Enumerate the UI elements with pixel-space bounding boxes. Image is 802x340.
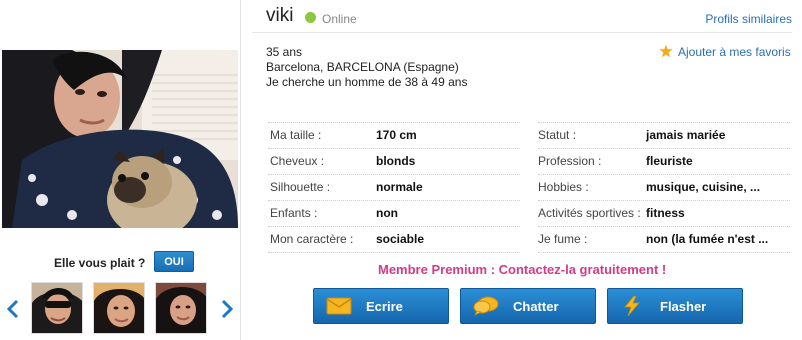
thumbnail-photo-1[interactable]: [31, 282, 83, 334]
thumbnail-photo-3[interactable]: [155, 282, 207, 334]
detail-value: sociable: [376, 232, 425, 246]
detail-label: Ma taille :: [270, 128, 322, 142]
detail-label: Mon caractère :: [270, 232, 354, 246]
detail-label: Silhouette :: [270, 180, 331, 194]
detail-value: blonds: [376, 154, 416, 168]
like-yes-button[interactable]: OUI: [154, 251, 194, 272]
detail-value: normale: [376, 180, 423, 194]
profile-looking-for: Je cherche un homme de 38 à 49 ans: [266, 75, 468, 89]
like-prompt: Elle vous plait ? OUI: [0, 251, 240, 273]
detail-label: Activités sportives :: [538, 206, 641, 220]
detail-value: fitness: [646, 206, 685, 220]
details-row: Enfants : non Activités sportives : fitn…: [268, 200, 792, 226]
profile-location: Barcelona, BARCELONA (Espagne): [266, 60, 459, 74]
header-divider: [252, 32, 792, 33]
detail-value: non: [376, 206, 398, 220]
detail-label: Statut :: [538, 128, 577, 142]
write-message-button[interactable]: Ecrire: [313, 288, 449, 324]
details-row: Ma taille : 170 cm Statut : jamais marié…: [268, 122, 792, 148]
add-favorite-label: Ajouter à mes favoris: [678, 45, 791, 59]
photo-column: Elle vous plait ? OUI: [0, 0, 241, 340]
details-row: Mon caractère : sociable Je fume : non (…: [268, 226, 792, 252]
profile-summary: 35 ans Barcelona, BARCELONA (Espagne) Je…: [266, 45, 467, 90]
detail-label: Profession :: [538, 154, 602, 168]
detail-value: jamais mariée: [646, 128, 726, 142]
photo-thumbnails: [0, 282, 240, 336]
detail-label: Hobbies :: [538, 180, 589, 194]
chevron-left-icon[interactable]: [6, 299, 20, 319]
online-status-label: Online: [322, 12, 357, 26]
detail-value: musique, cuisine, ...: [646, 180, 761, 194]
like-question: Elle vous plait ?: [54, 256, 146, 270]
premium-cta-text[interactable]: Membre Premium : Contactez-la gratuiteme…: [378, 262, 666, 277]
profile-name: viki: [266, 5, 294, 26]
profile-age: 35 ans: [266, 45, 303, 59]
detail-value: fleuriste: [646, 154, 693, 168]
write-message-label: Ecrire: [366, 299, 403, 314]
similar-profiles-link[interactable]: Profils similaires: [705, 12, 792, 26]
chat-label: Chatter: [513, 299, 559, 314]
lightning-icon: [624, 296, 640, 316]
flash-label: Flasher: [660, 299, 707, 314]
detail-label: Je fume :: [538, 232, 588, 246]
online-status-icon: [305, 12, 316, 23]
detail-label: Cheveux :: [270, 154, 325, 168]
detail-label: Enfants :: [270, 206, 318, 220]
details-row: Cheveux : blonds Profession : fleuriste: [268, 148, 792, 174]
envelope-icon: [326, 297, 352, 315]
detail-value: non (la fumée n'est ...: [646, 232, 769, 246]
star-icon: [659, 44, 673, 58]
chat-button[interactable]: Chatter: [460, 288, 596, 324]
chevron-right-icon[interactable]: [220, 299, 234, 319]
details-row: Silhouette : normale Hobbies : musique, …: [268, 174, 792, 200]
chat-bubble-icon: [473, 296, 499, 316]
detail-value: 170 cm: [376, 128, 417, 142]
flash-button[interactable]: Flasher: [607, 288, 743, 324]
main-profile-photo[interactable]: [2, 50, 238, 228]
thumbnail-photo-2[interactable]: [93, 282, 145, 334]
